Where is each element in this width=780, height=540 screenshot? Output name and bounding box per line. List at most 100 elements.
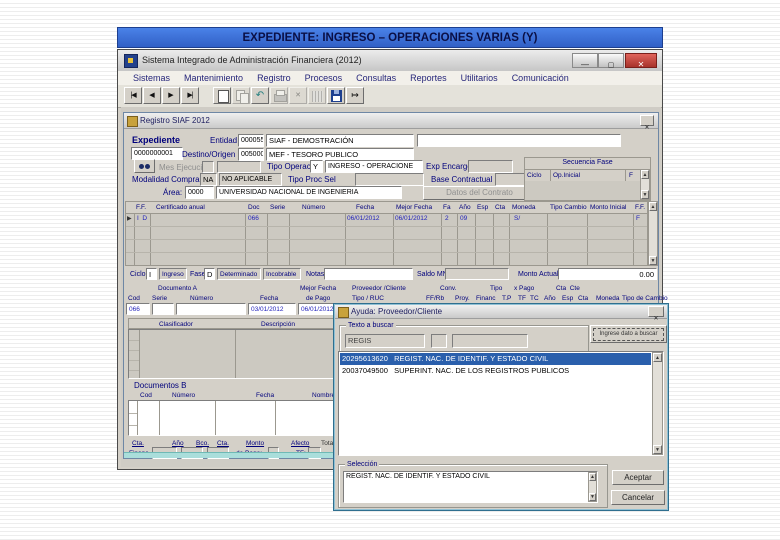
copy-button[interactable] — [232, 87, 250, 104]
exp-encargo-label: Exp Encargo — [426, 162, 472, 171]
scroll-down-icon[interactable]: ▼ — [641, 190, 649, 199]
monto-actual-label: Monto Actual — [518, 271, 559, 278]
t1-h-fecha: Fecha — [356, 204, 375, 211]
t2-h-serie: Serie — [152, 295, 168, 302]
menu-consultas[interactable]: Consultas — [349, 73, 403, 83]
t1-h-anio: Año — [459, 204, 471, 211]
slide-title: EXPEDIENTE: INGRESO – OPERACIONES VARIAS… — [242, 32, 538, 44]
print-button[interactable] — [270, 87, 288, 104]
t2-h-tf: TF — [518, 295, 526, 302]
menu-utilitarios[interactable]: Utilitarios — [454, 73, 505, 83]
maximize-button[interactable]: ▢ — [598, 53, 624, 69]
buscar-button[interactable] — [134, 159, 155, 173]
last-record-icon: ▶| — [187, 92, 193, 99]
destino-label: Destino/Origen — [182, 150, 236, 159]
t2-h-numero: Número — [190, 295, 214, 302]
incobrable-box: Incobrable — [263, 268, 301, 280]
list-scrollbar[interactable]: ▲ ▼ — [652, 352, 663, 455]
t1-h-numero: Número — [302, 204, 326, 211]
entidad-name: SIAF - DEMOSTRACIÓN — [266, 134, 414, 147]
t2-r-serie[interactable] — [152, 303, 174, 315]
t2-h-tc: TC — [530, 295, 539, 302]
mes-ejecucion-code[interactable] — [202, 161, 214, 173]
minimize-button[interactable]: — — [572, 53, 598, 69]
prev-record-button[interactable]: ◀ — [143, 87, 161, 104]
secuencia-list[interactable] — [525, 181, 640, 200]
new-button[interactable] — [213, 87, 231, 104]
first-record-button[interactable]: |◀ — [124, 87, 142, 104]
fase-code: D — [204, 268, 215, 280]
datos-contrato-button[interactable]: Datos del Contrato — [423, 186, 536, 200]
exit-button[interactable]: ↦ — [346, 87, 364, 104]
scroll-up-icon[interactable]: ▲ — [649, 202, 657, 211]
app-title: Sistema Integrado de Administración Fina… — [142, 55, 362, 65]
monto-actual-value: 0.00 — [558, 268, 657, 280]
last-record-button[interactable]: ▶| — [181, 87, 199, 104]
texto-extra-box-2[interactable] — [452, 334, 528, 348]
exp-encargo-value[interactable] — [468, 160, 513, 173]
area-code[interactable]: 0000 — [185, 186, 214, 199]
secuencia-panel: Secuencia Fase Ciclo Op.Inicial F ▲ ▼ — [524, 157, 651, 201]
t2-r-numero[interactable] — [176, 303, 246, 315]
app-icon — [124, 54, 138, 68]
seleccion-scrollbar[interactable]: ▲ ▼ — [588, 472, 597, 502]
saldo-mn-input[interactable] — [445, 268, 509, 280]
fase-table-scrollbar[interactable]: ▲ ▼ — [648, 201, 658, 266]
prev-record-icon: ◀ — [149, 92, 155, 99]
menu-sistemas[interactable]: Sistemas — [126, 73, 177, 83]
t2-r-fecha[interactable]: 03/01/2012 — [248, 303, 296, 315]
t2-h-moneda: Moneda — [596, 295, 620, 302]
save-button[interactable] — [327, 87, 345, 104]
next-record-button[interactable]: ▶ — [162, 87, 180, 104]
registro-close-button[interactable]: ✕ — [640, 115, 654, 131]
menu-reportes[interactable]: Reportes — [403, 73, 454, 83]
grid-button[interactable] — [308, 87, 326, 104]
t1-r-ff: I D — [137, 215, 148, 222]
t2-h-cta: Cta — [578, 295, 589, 302]
menu-procesos[interactable]: Procesos — [298, 73, 350, 83]
menu-comunicacion[interactable]: Comunicación — [505, 73, 576, 83]
menu-registro[interactable]: Registro — [250, 73, 298, 83]
cancelar-button[interactable]: Cancelar — [611, 490, 665, 505]
texto-extra-box-1[interactable] — [431, 334, 447, 348]
undo-button[interactable]: ↶ — [251, 87, 269, 104]
destino-code[interactable]: 005000 — [238, 148, 264, 161]
first-record-icon: |◀ — [130, 92, 136, 99]
table-row[interactable]: ▶ I D 066 06/01/2012 06/01/2012 2 09 S/ … — [126, 213, 647, 226]
ciclo-label: Ciclo — [130, 271, 146, 278]
scroll-down-icon[interactable]: ▼ — [649, 256, 657, 265]
secuencia-scrollbar[interactable]: ▲ ▼ — [640, 169, 650, 200]
aceptar-button[interactable]: Aceptar — [612, 470, 664, 485]
delete-button[interactable]: ✕ — [289, 87, 307, 104]
entidad-code[interactable]: 000055 — [238, 134, 264, 147]
list-item[interactable]: 20037049500 SUPERINT. NAC. DE LOS REGIST… — [340, 365, 651, 377]
ayuda-close-button[interactable]: ✕ — [648, 306, 664, 322]
area-label: Área: — [163, 188, 183, 197]
texto-a-buscar-input[interactable]: REGIS — [345, 334, 425, 348]
close-button[interactable]: ✕ — [625, 53, 657, 69]
mes-ejecucion-name — [217, 161, 261, 173]
scroll-down-icon[interactable]: ▼ — [589, 493, 596, 501]
tipo-operacion-name: INGRESO - OPERACIONE — [325, 160, 423, 173]
buscar-dato-button[interactable]: Ingrese dato a buscar — [590, 325, 667, 343]
t2-h-anio: Año — [544, 295, 556, 302]
seleccion-textarea[interactable]: REGIST. NAC. DE IDENTIF. Y ESTADO CIVIL … — [343, 471, 598, 503]
undo-icon: ↶ — [255, 90, 265, 101]
menu-mantenimiento[interactable]: Mantenimiento — [177, 73, 250, 83]
t2-h-esp: Esp — [562, 295, 574, 302]
notas-input[interactable] — [324, 268, 413, 280]
minimize-icon: — — [581, 60, 589, 69]
secuencia-col-op: Op.Inicial — [553, 172, 581, 179]
scroll-down-icon[interactable]: ▼ — [653, 445, 662, 454]
secuencia-col-f: F — [629, 172, 633, 179]
modalidad-code[interactable]: NA — [200, 173, 217, 186]
list-item[interactable]: 20295613620 REGIST. NAC. DE IDENTIF. Y E… — [340, 353, 651, 365]
scroll-up-icon[interactable]: ▲ — [641, 170, 649, 179]
tipo-operacion-code[interactable]: Y — [310, 160, 323, 173]
tipo-proc-value[interactable] — [355, 173, 424, 186]
t2-h-ffrb: FF/Rb — [426, 295, 445, 302]
scroll-up-icon[interactable]: ▲ — [589, 473, 596, 481]
registro-titlebar: Registro SIAF 2012 ✕ — [124, 113, 658, 131]
t2-r-cod[interactable]: 066 — [126, 303, 150, 315]
scroll-up-icon[interactable]: ▲ — [653, 353, 662, 362]
